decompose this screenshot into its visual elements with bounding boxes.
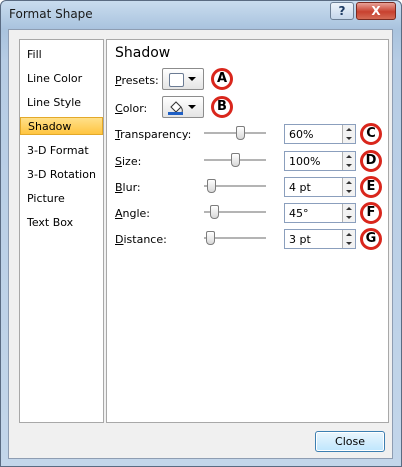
callout-d: D: [360, 150, 382, 172]
dropdown-arrow-icon: [188, 77, 196, 81]
slider-thumb[interactable]: [206, 231, 215, 245]
transparency-slider[interactable]: [204, 126, 266, 140]
nav-item-line-style[interactable]: Line Style: [27, 94, 99, 112]
slider-thumb[interactable]: [207, 179, 216, 193]
nav-item-picture[interactable]: Picture: [27, 190, 99, 208]
blur-slider[interactable]: [204, 179, 266, 193]
angle-value[interactable]: 45°: [289, 207, 309, 220]
spin-up-icon[interactable]: [342, 178, 355, 187]
window-title: Format Shape: [9, 7, 93, 21]
size-spinner[interactable]: 100%: [284, 151, 356, 171]
spin-up-icon[interactable]: [342, 230, 355, 239]
slider-thumb[interactable]: [231, 153, 240, 167]
color-label: Color:: [115, 102, 148, 115]
nav-item-text-box[interactable]: Text Box: [27, 214, 99, 232]
title-bar[interactable]: Format Shape ? X: [1, 1, 401, 29]
nav-item-fill[interactable]: Fill: [27, 46, 99, 64]
spin-up-icon[interactable]: [342, 152, 355, 161]
close-window-button[interactable]: X: [356, 2, 396, 20]
blur-label: Blur:: [115, 181, 141, 194]
transparency-spinner[interactable]: 60%: [284, 124, 356, 144]
dropdown-arrow-icon: [188, 105, 196, 109]
spin-down-icon[interactable]: [342, 161, 355, 170]
callout-a: A: [211, 68, 233, 90]
spin-down-icon[interactable]: [342, 187, 355, 196]
color-dropdown[interactable]: [162, 96, 204, 118]
category-list: Fill Line Color Line Style Shadow 3-D Fo…: [19, 39, 104, 423]
callout-f: F: [360, 202, 382, 224]
presets-label: Presets:: [115, 74, 159, 87]
close-button[interactable]: Close: [315, 431, 385, 452]
callout-g: G: [360, 228, 382, 250]
paint-bucket-icon: [168, 101, 183, 115]
dialog-body: Fill Line Color Line Style Shadow 3-D Fo…: [8, 29, 393, 459]
spin-down-icon[interactable]: [342, 134, 355, 143]
slider-thumb[interactable]: [210, 205, 219, 219]
distance-label: Distance:: [115, 233, 167, 246]
slider-track: [204, 132, 266, 135]
distance-slider[interactable]: [204, 231, 266, 245]
blur-value[interactable]: 4 pt: [289, 181, 311, 194]
nav-item-3d-rotation[interactable]: 3-D Rotation: [27, 166, 99, 184]
size-value[interactable]: 100%: [289, 155, 320, 168]
spin-down-icon[interactable]: [342, 239, 355, 248]
angle-spinner[interactable]: 45°: [284, 203, 356, 223]
nav-item-3d-format[interactable]: 3-D Format: [27, 142, 99, 160]
callout-c: C: [360, 123, 382, 145]
blur-spinner[interactable]: 4 pt: [284, 177, 356, 197]
presets-dropdown[interactable]: [162, 68, 204, 90]
spin-up-icon[interactable]: [342, 125, 355, 134]
spin-down-icon[interactable]: [342, 213, 355, 222]
help-button[interactable]: ?: [330, 2, 354, 20]
shadow-preset-icon: [169, 73, 184, 87]
shadow-panel: Shadow Presets: A Color: B Transparency:: [106, 39, 389, 423]
size-slider[interactable]: [204, 153, 266, 167]
callout-b: B: [211, 96, 233, 118]
slider-thumb[interactable]: [236, 126, 245, 140]
format-shape-dialog: Format Shape ? X Fill Line Color Line St…: [0, 0, 402, 467]
distance-value[interactable]: 3 pt: [289, 233, 311, 246]
nav-item-shadow[interactable]: Shadow: [20, 117, 103, 135]
distance-spinner[interactable]: 3 pt: [284, 229, 356, 249]
angle-slider[interactable]: [204, 205, 266, 219]
nav-item-line-color[interactable]: Line Color: [27, 70, 99, 88]
transparency-label: Transparency:: [115, 128, 192, 141]
angle-label: Angle:: [115, 207, 151, 220]
callout-e: E: [360, 176, 382, 198]
spin-up-icon[interactable]: [342, 204, 355, 213]
size-label: Size:: [115, 155, 142, 168]
section-title: Shadow: [115, 45, 171, 61]
transparency-value[interactable]: 60%: [289, 128, 313, 141]
